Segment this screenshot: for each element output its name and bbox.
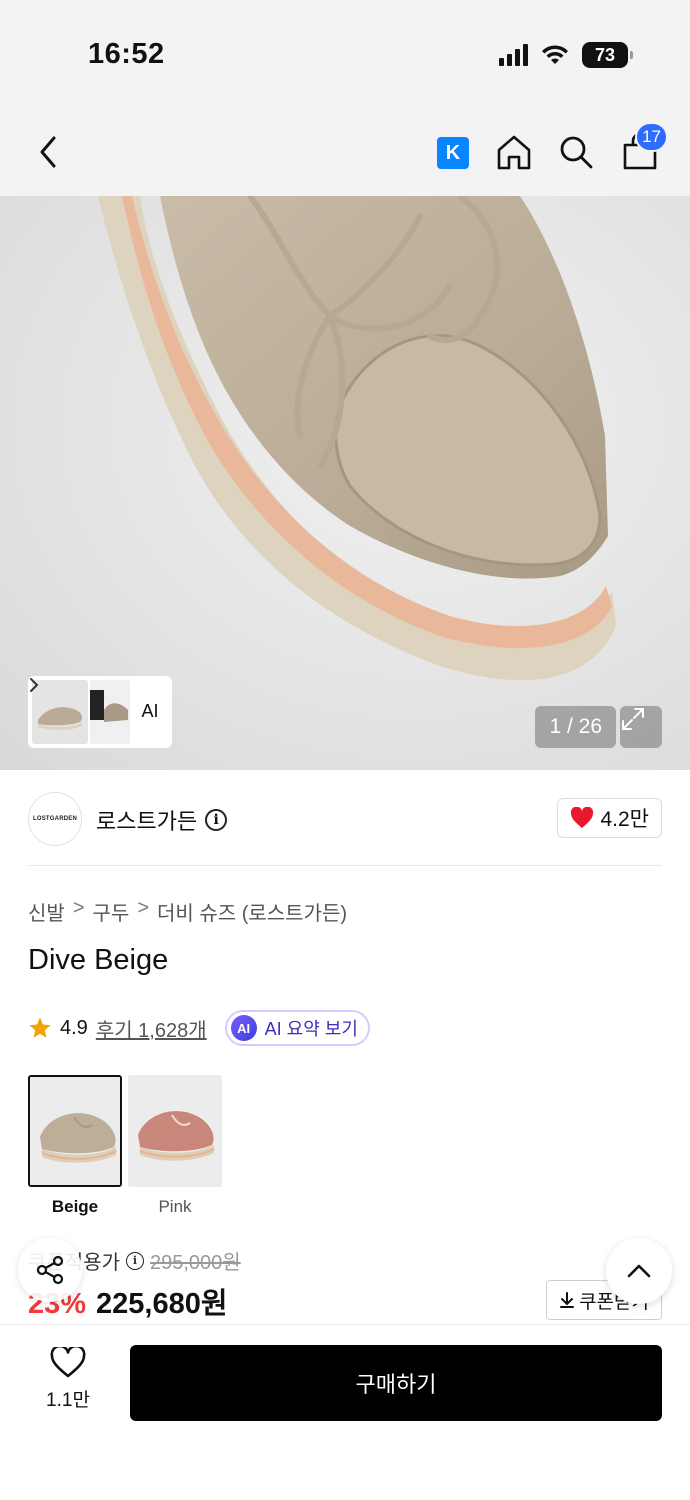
star-icon (29, 1017, 51, 1038)
status-time: 16:52 (88, 38, 165, 70)
status-icons: 73 (499, 42, 633, 68)
color-label: Pink (158, 1197, 192, 1216)
breadcrumb-item[interactable]: 구두 (93, 897, 130, 926)
buy-button[interactable]: 구매하기 (130, 1345, 662, 1421)
chevron-right-icon: > (72, 897, 85, 919)
home-button[interactable] (494, 132, 534, 172)
color-label: Beige (51, 1197, 99, 1216)
rating-value: 4.9 (60, 1016, 88, 1039)
breadcrumb: 신발 > 구두 > 더비 슈즈 (로스트가든) (28, 897, 347, 926)
review-count-link[interactable]: 후기 1,628개 (96, 1014, 207, 1043)
color-thumbnail (128, 1075, 222, 1187)
bottom-action-bar: 1.1만 구매하기 (0, 1324, 690, 1500)
product-image-gallery[interactable]: AI 1 / 26 (0, 196, 690, 770)
ai-icon: AI (230, 1015, 257, 1041)
color-options: Beige Pink (28, 1075, 222, 1217)
thumbnail-image[interactable] (90, 680, 130, 744)
expand-button[interactable] (620, 706, 662, 748)
download-icon (560, 1292, 575, 1308)
back-arrow-icon (40, 136, 56, 168)
share-icon (36, 1255, 64, 1285)
price-area: 쿠폰적용가 i 295,000원 23% 225,680원 쿠폰받기 (28, 1244, 662, 1324)
status-bar: 16:52 73 (0, 0, 690, 108)
search-icon (560, 136, 593, 169)
info-icon[interactable]: i (126, 1251, 144, 1270)
k-icon: K (437, 137, 469, 169)
ai-summary-button[interactable]: AI AI 요약 보기 (224, 1010, 370, 1046)
top-nav: K 17 (0, 108, 690, 196)
wishlist-button[interactable]: 1.1만 (28, 1347, 108, 1412)
cart-count-badge: 17 (635, 122, 668, 152)
expand-icon (622, 708, 644, 730)
chevron-up-icon (627, 1264, 651, 1278)
back-button[interactable] (30, 134, 66, 170)
ai-thumbnail-label: AI (141, 701, 159, 722)
search-button[interactable] (556, 132, 596, 172)
brand-row: LOSTGARDEN 로스트가든 i 4.2만 (28, 790, 662, 866)
battery-icon: 73 (582, 42, 633, 68)
brand-like-button[interactable]: 4.2만 (557, 798, 662, 838)
ai-summary-label: AI 요약 보기 (264, 1019, 358, 1039)
thumbnail-strip[interactable]: AI (28, 676, 172, 748)
signal-icon (499, 44, 528, 66)
brand-name: 로스트가든 (96, 809, 198, 834)
brand-name-link[interactable]: 로스트가든 i (96, 804, 228, 836)
heart-filled-icon (571, 807, 594, 828)
wishlist-count: 1.1만 (46, 1390, 90, 1411)
sale-price: 225,680원 (96, 1288, 228, 1320)
scroll-top-button[interactable] (606, 1238, 672, 1304)
rating-row: 4.9 후기 1,628개 AI AI 요약 보기 (28, 1010, 370, 1046)
color-thumbnail (28, 1075, 122, 1187)
cart-button[interactable]: 17 (620, 122, 668, 172)
wifi-icon (542, 45, 568, 64)
heart-outline-icon (50, 1347, 86, 1378)
chevron-right-icon (30, 678, 39, 692)
original-price: 295,000원 (150, 1252, 241, 1274)
thumbnail-image[interactable] (32, 680, 88, 744)
chevron-right-icon: > (137, 897, 149, 919)
info-icon[interactable]: i (205, 809, 228, 831)
product-title: Dive Beige (28, 944, 169, 976)
breadcrumb-item[interactable]: 더비 슈즈 (로스트가든) (157, 897, 347, 926)
ai-thumbnail-button[interactable]: AI (30, 678, 168, 723)
k-button[interactable]: K (436, 136, 470, 170)
page-counter: 1 / 26 (535, 706, 616, 748)
share-button[interactable] (18, 1238, 82, 1302)
color-option-pink[interactable]: Pink (128, 1075, 222, 1217)
home-icon (497, 135, 531, 170)
brand-like-count: 4.2만 (600, 808, 649, 831)
brand-logo[interactable]: LOSTGARDEN (28, 792, 82, 846)
breadcrumb-item[interactable]: 신발 (28, 897, 65, 926)
color-option-beige[interactable]: Beige (28, 1075, 122, 1217)
